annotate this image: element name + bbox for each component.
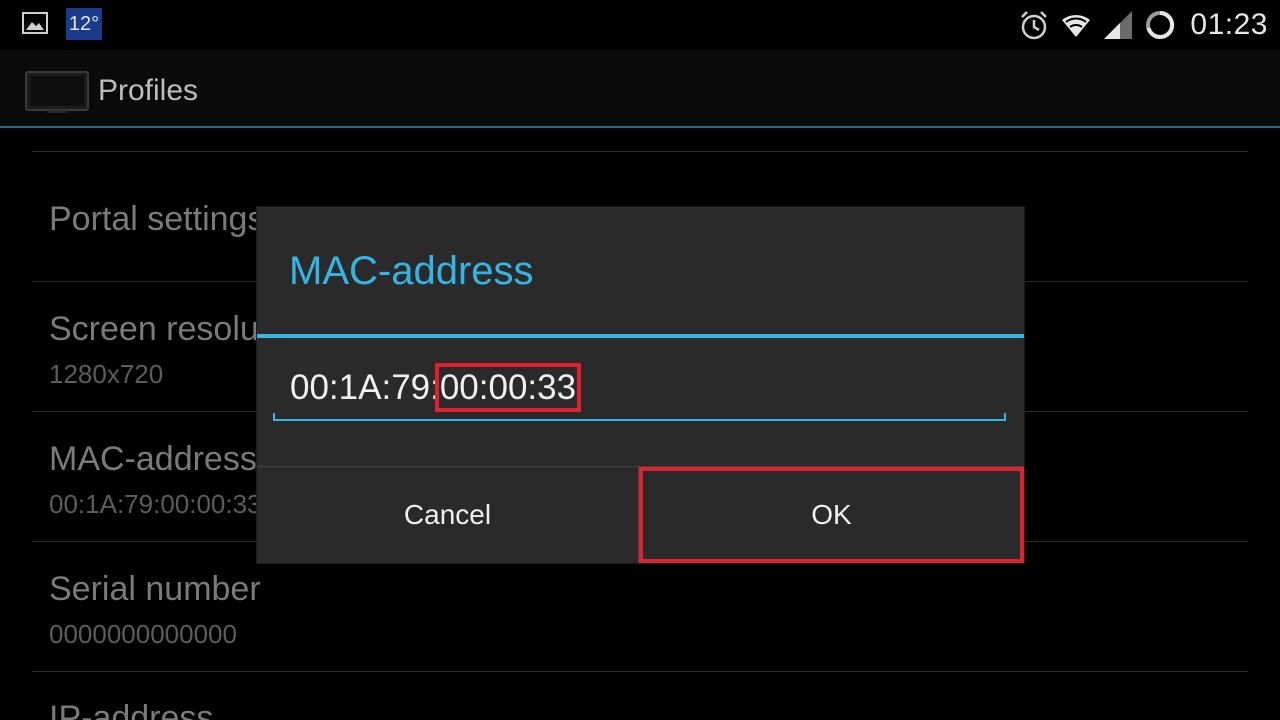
wifi-icon (1062, 14, 1091, 37)
cancel-button[interactable]: Cancel (257, 467, 638, 563)
signal-icon (1104, 11, 1133, 39)
pref-title: Portal settings (49, 200, 265, 238)
sync-icon (1146, 10, 1175, 39)
clock: 01:23 (1190, 8, 1268, 41)
pref-summary: 0000000000000 (49, 619, 237, 649)
input-underline (273, 413, 1006, 421)
mac-address-input[interactable]: 00:1A:79:00:00:33 (273, 363, 1006, 421)
pref-summary: 1280x720 (49, 359, 164, 389)
mac-highlighted-suffix: 00:00:33 (434, 363, 582, 412)
tv-icon[interactable] (25, 70, 89, 114)
weather-badge: 12° (66, 8, 102, 40)
status-icons: 01:23 (1018, 6, 1268, 44)
pref-title: Serial number (49, 570, 261, 608)
ok-button[interactable]: OK (639, 467, 1024, 563)
dialog-title: MAC-address (289, 249, 534, 293)
action-bar: Profiles (0, 50, 1280, 128)
pref-title: IP-address (49, 699, 214, 720)
alarm-icon (1021, 11, 1048, 40)
page-title: Profiles (98, 74, 199, 107)
dialog-title-divider (257, 334, 1024, 338)
status-bar: 12° 01:23 (0, 0, 1280, 50)
mac-address-dialog: MAC-address 00:1A:79:00:00:33 Cancel OK (257, 207, 1024, 563)
mac-prefix: 00:1A:79: (290, 368, 440, 407)
pref-title: MAC-address (49, 440, 257, 478)
image-icon (22, 12, 48, 34)
pref-ip-address[interactable]: IP-address (32, 672, 1248, 720)
pref-summary: 00:1A:79:00:00:33 (49, 489, 262, 519)
mac-address-value[interactable]: 00:1A:79:00:00:33 (290, 363, 582, 412)
